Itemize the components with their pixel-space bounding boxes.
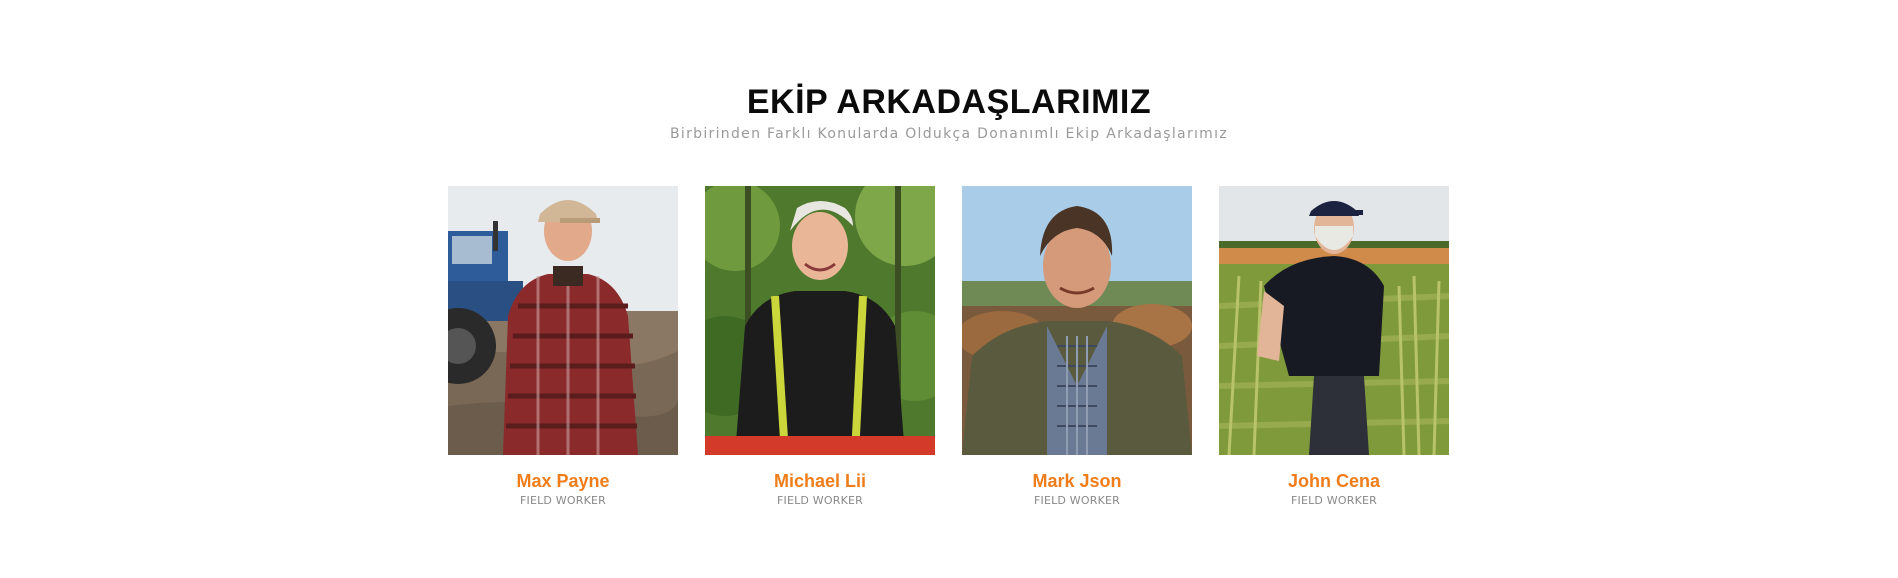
team-member-card[interactable]: John Cena FIELD WORKER bbox=[1219, 186, 1449, 516]
member-name[interactable]: Michael Lii bbox=[705, 471, 935, 491]
member-photo[interactable] bbox=[1219, 186, 1449, 455]
member-photo[interactable] bbox=[705, 186, 935, 455]
member-role: FIELD WORKER bbox=[1290, 494, 1377, 507]
member-photo[interactable] bbox=[962, 186, 1192, 455]
team-member-card[interactable]: Max Payne FIELD WORKER bbox=[448, 186, 678, 516]
member-role: FIELD WORKER bbox=[519, 494, 606, 507]
team-member-card[interactable]: Mark Json FIELD WORKER bbox=[962, 186, 1192, 516]
team-member-card[interactable]: Michael Lii FIELD WORKER bbox=[705, 186, 935, 516]
member-photo[interactable] bbox=[448, 186, 678, 455]
section-subtitle: Birbirinden Farklı Konularda Oldukça Don… bbox=[670, 126, 1228, 142]
section-title: EKİP ARKADAŞLARIMIZ bbox=[746, 83, 1152, 121]
member-name[interactable]: Mark Json bbox=[962, 471, 1192, 491]
member-name[interactable]: John Cena bbox=[1219, 471, 1449, 491]
member-role: FIELD WORKER bbox=[1033, 494, 1120, 507]
member-role: FIELD WORKER bbox=[776, 494, 863, 507]
member-name[interactable]: Max Payne bbox=[448, 471, 678, 491]
team-grid: Max Payne FIELD WORKER Michael Lii FIELD… bbox=[448, 186, 1450, 516]
